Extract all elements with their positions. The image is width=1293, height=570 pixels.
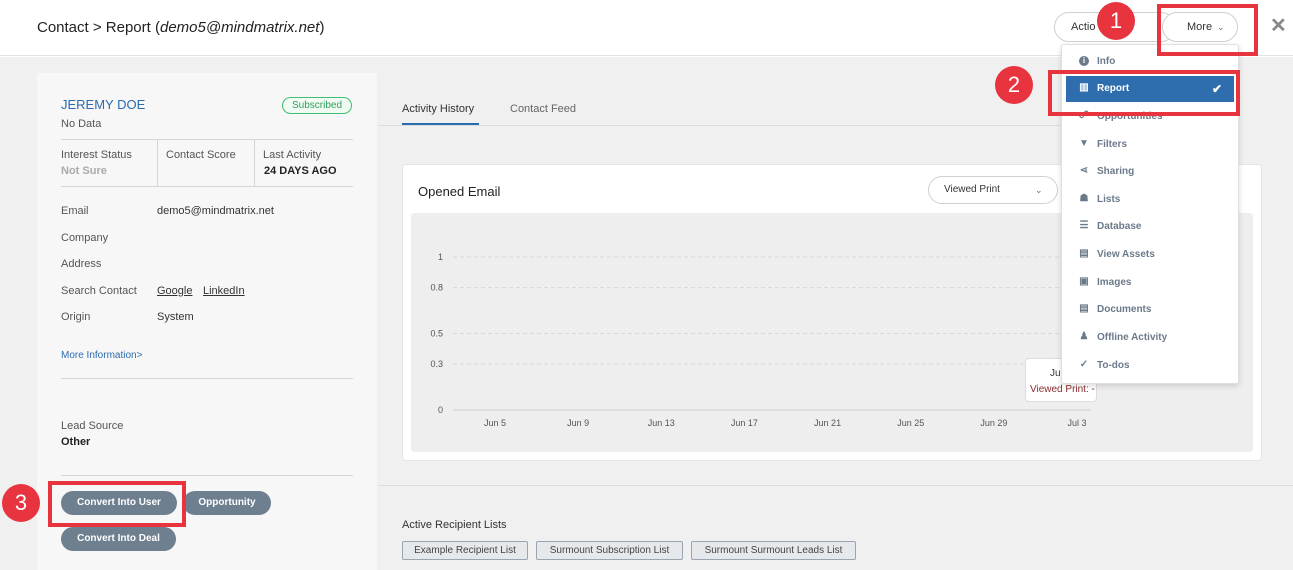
tab-contact-feed[interactable]: Contact Feed <box>510 103 576 115</box>
title-email: demo5@mindmatrix.net <box>159 19 320 36</box>
y-tick-label: 1 <box>438 252 443 262</box>
x-tick-label: Jun 5 <box>484 418 506 428</box>
page: Contact > Report (demo5@mindmatrix.net) … <box>0 0 1293 570</box>
convert-into-deal-button[interactable]: Convert Into Deal <box>61 527 176 551</box>
users-icon: ☗ <box>1079 193 1089 204</box>
menu-item-database[interactable]: ☰ Database <box>1066 214 1234 240</box>
contact-subtitle: No Data <box>61 118 102 130</box>
menu-item-lists[interactable]: ☗ Lists <box>1066 187 1234 213</box>
search-contact-label: Search Contact <box>61 285 137 297</box>
tooltip-title: Ju <box>1050 368 1061 379</box>
menu-item-offline-activity[interactable]: ♟ Offline Activity <box>1066 325 1234 351</box>
x-tick-label: Jun 9 <box>567 418 589 428</box>
x-tick-label: Jul 3 <box>1067 418 1086 428</box>
menu-item-documents[interactable]: ▤ Documents <box>1066 297 1234 323</box>
active-tab-indicator <box>402 123 479 125</box>
metric-select-value: Viewed Print <box>944 184 1000 195</box>
chevron-down-icon: ⌄ <box>1035 185 1043 195</box>
recipient-list-tag[interactable]: Surmount Surmount Leads List <box>691 541 856 560</box>
google-link[interactable]: Google <box>157 285 192 297</box>
interest-status-value: Not Sure <box>61 165 107 177</box>
annotation-badge-2: 2 <box>995 66 1033 104</box>
menu-item-label: Database <box>1097 221 1142 232</box>
y-tick-label: 0.3 <box>430 359 443 369</box>
y-tick-label: 0.8 <box>430 283 443 293</box>
divider <box>61 186 353 187</box>
x-tick-label: Jun 17 <box>731 418 758 428</box>
chart-title: Opened Email <box>418 184 501 199</box>
interest-status-label: Interest Status <box>61 149 132 161</box>
menu-item-images[interactable]: ▣ Images <box>1066 270 1234 296</box>
divider <box>61 475 353 476</box>
menu-item-label: Offline Activity <box>1097 332 1168 343</box>
recipient-list-tag[interactable]: Example Recipient List <box>402 541 528 560</box>
last-activity-value: 24 DAYS AGO <box>264 165 337 177</box>
tab-activity-history[interactable]: Activity History <box>402 103 474 115</box>
tooltip-value: Viewed Print: - <box>1030 384 1095 395</box>
x-tick-label: Jun 29 <box>980 418 1007 428</box>
annotation-badge-3: 3 <box>2 484 40 522</box>
actions-label: Actio <box>1071 21 1096 33</box>
title-prefix: Contact > Report ( <box>37 19 160 36</box>
status-badge: Subscribed <box>282 97 352 114</box>
divider <box>61 139 353 140</box>
y-tick-label: 0 <box>438 405 443 415</box>
x-tick-label: Jun 25 <box>897 418 924 428</box>
x-tick-label: Jun 21 <box>814 418 841 428</box>
divider <box>157 140 158 186</box>
last-activity-label: Last Activity <box>263 149 322 161</box>
page-title: Contact > Report (demo5@mindmatrix.net) <box>37 19 324 36</box>
menu-item-view-assets[interactable]: ▤ View Assets <box>1066 242 1234 268</box>
image-icon: ▣ <box>1079 276 1089 287</box>
title-suffix: ) <box>319 19 325 36</box>
recipient-list-tag[interactable]: Surmount Subscription List <box>536 541 683 560</box>
close-icon[interactable]: ✕ <box>1270 14 1287 38</box>
company-label: Company <box>61 232 109 244</box>
database-icon: ☰ <box>1079 220 1089 231</box>
email-value: demo5@mindmatrix.net <box>157 205 274 217</box>
origin-value: System <box>157 311 194 323</box>
check-circle-icon: ✓ <box>1079 359 1089 370</box>
origin-label: Origin <box>61 311 91 323</box>
menu-item-label: Images <box>1097 277 1132 288</box>
file-icon: ▤ <box>1079 248 1089 259</box>
share-icon: ⋖ <box>1079 165 1089 176</box>
annotation-box-2 <box>1048 70 1240 116</box>
person-icon: ♟ <box>1079 331 1089 342</box>
divider <box>61 378 353 379</box>
x-tick-label: Jun 13 <box>648 418 675 428</box>
menu-item-label: Lists <box>1097 194 1121 205</box>
menu-item-label: Filters <box>1097 139 1128 150</box>
more-information-link[interactable]: More Information> <box>61 350 142 361</box>
menu-item-label: To-dos <box>1097 360 1130 371</box>
metric-select[interactable]: Viewed Print ⌄ <box>928 176 1058 204</box>
y-tick-label: 0.5 <box>430 329 443 339</box>
menu-item-label: Documents <box>1097 304 1152 315</box>
menu-item-sharing[interactable]: ⋖ Sharing <box>1066 159 1234 185</box>
address-label: Address <box>61 258 102 270</box>
email-label: Email <box>61 205 89 217</box>
menu-item-label: View Assets <box>1097 249 1155 260</box>
annotation-badge-1: 1 <box>1097 2 1135 40</box>
section-divider <box>378 485 1293 486</box>
menu-item-label: Sharing <box>1097 166 1135 177</box>
active-recipient-lists-label: Active Recipient Lists <box>402 519 507 531</box>
linkedin-link[interactable]: LinkedIn <box>203 285 245 297</box>
tabs-divider <box>378 125 1060 126</box>
menu-item-to-dos[interactable]: ✓ To-dos <box>1066 353 1234 379</box>
opportunity-button[interactable]: Opportunity <box>183 491 271 515</box>
lead-source-value: Other <box>61 436 91 448</box>
contact-name: JEREMY DOE <box>61 97 146 112</box>
annotation-box-1 <box>1157 4 1258 56</box>
divider <box>254 140 255 186</box>
info-glyph: i <box>1079 56 1089 66</box>
filter-icon: ▼ <box>1079 138 1089 149</box>
document-icon: ▤ <box>1079 303 1089 314</box>
contact-score-label: Contact Score <box>166 149 236 161</box>
menu-item-filters[interactable]: ▼ Filters <box>1066 132 1234 158</box>
info-icon: i <box>1078 55 1090 67</box>
annotation-box-3 <box>48 481 186 527</box>
lead-source-label: Lead Source <box>61 420 124 432</box>
